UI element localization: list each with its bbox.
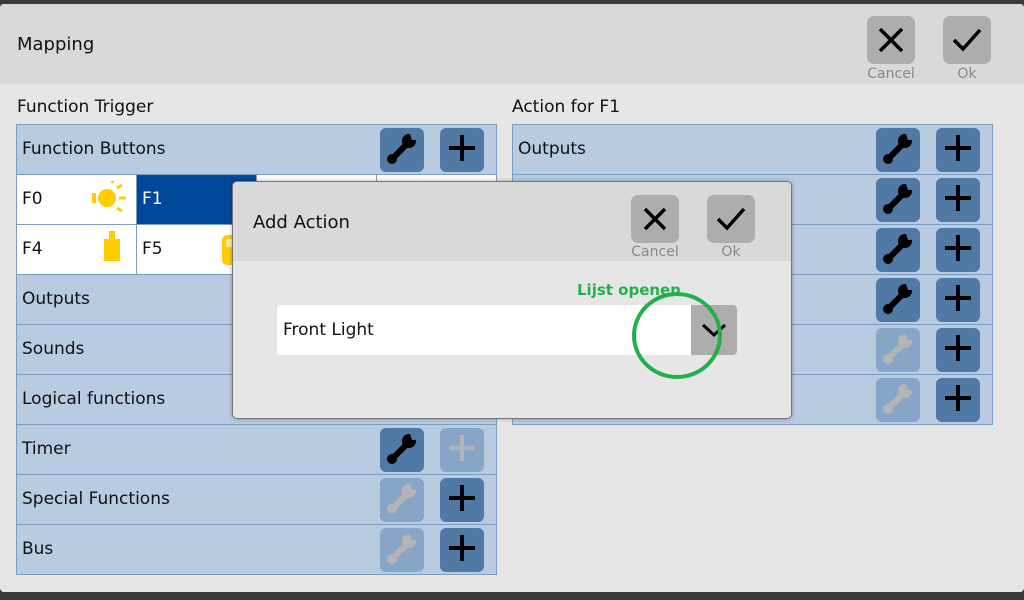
plus-icon [447, 533, 477, 567]
cell-label: F4 [22, 239, 43, 259]
row-label: Logical functions [22, 389, 166, 409]
add-button[interactable] [440, 528, 484, 572]
weight-icon [102, 231, 122, 265]
wrench-icon [881, 231, 915, 269]
check-icon [952, 28, 982, 52]
edit-button[interactable] [876, 328, 920, 372]
edit-button[interactable] [380, 478, 424, 522]
add-button[interactable] [936, 278, 980, 322]
function-trigger-heading: Function Trigger [17, 97, 154, 117]
dialog-ok-label: Ok [721, 244, 741, 260]
plus-icon [447, 133, 477, 167]
edit-button[interactable] [876, 128, 920, 172]
add-button[interactable] [440, 428, 484, 472]
dialog-cancel-label: Cancel [631, 244, 679, 260]
plus-icon [943, 283, 973, 317]
close-icon [643, 207, 667, 231]
edit-button[interactable] [876, 278, 920, 322]
cell-label: F1 [142, 189, 163, 209]
header: Mapping Cancel Ok [0, 4, 1024, 84]
dialog-cancel-button[interactable] [631, 195, 679, 243]
wrench-icon [881, 281, 915, 319]
selected-value: Front Light [283, 320, 374, 340]
plus-icon [943, 183, 973, 217]
row-label: Bus [22, 539, 54, 559]
wrench-icon [385, 431, 419, 469]
wrench-icon [881, 181, 915, 219]
add-action-dialog: Add Action Cancel Ok Lijst openen Front … [232, 181, 792, 419]
edit-button[interactable] [380, 428, 424, 472]
row-label: Function Buttons [22, 139, 166, 159]
plus-icon [943, 383, 973, 417]
dialog-ok-button[interactable] [707, 195, 755, 243]
cell-label: F0 [22, 189, 43, 209]
row-special-functions[interactable]: Special Functions [17, 475, 496, 525]
plus-icon [943, 233, 973, 267]
dialog-header: Add Action Cancel Ok [233, 182, 791, 261]
row-label: Timer [22, 439, 71, 459]
row-bus[interactable]: Bus [17, 525, 496, 575]
edit-button[interactable] [380, 528, 424, 572]
add-button[interactable] [936, 228, 980, 272]
wrench-icon [881, 331, 915, 369]
annotation-circle [632, 292, 722, 379]
plus-icon [447, 433, 477, 467]
page-title: Mapping [17, 34, 95, 55]
add-button[interactable] [936, 378, 980, 422]
row-timer[interactable]: Timer [17, 425, 496, 475]
edit-button[interactable] [876, 378, 920, 422]
row-label: Outputs [518, 139, 586, 159]
edit-button[interactable] [380, 128, 424, 172]
ok-button[interactable] [943, 16, 991, 64]
dialog-title: Add Action [253, 212, 350, 233]
wrench-icon [881, 381, 915, 419]
function-cell-f0[interactable]: F0 [17, 175, 137, 225]
add-button[interactable] [936, 178, 980, 222]
edit-button[interactable] [876, 178, 920, 222]
function-cell-f4[interactable]: F4 [17, 225, 137, 275]
wrench-icon [881, 131, 915, 169]
row-label: Special Functions [22, 489, 170, 509]
plus-icon [447, 483, 477, 517]
cancel-label: Cancel [867, 66, 915, 82]
plus-icon [943, 133, 973, 167]
edit-button[interactable] [876, 228, 920, 272]
wrench-icon [385, 131, 419, 169]
add-button[interactable] [936, 328, 980, 372]
add-button[interactable] [440, 128, 484, 172]
wrench-icon [385, 481, 419, 519]
mapping-screen: Mapping Cancel Ok Function Trigger Actio… [0, 4, 1024, 592]
light-icon [90, 178, 130, 221]
ok-label: Ok [957, 66, 977, 82]
action-row[interactable]: Outputs [513, 125, 992, 175]
action-heading: Action for F1 [512, 97, 621, 117]
add-button[interactable] [440, 478, 484, 522]
wrench-icon [385, 531, 419, 569]
plus-icon [943, 333, 973, 367]
close-icon [878, 27, 904, 53]
check-icon [716, 207, 746, 231]
row-function-buttons[interactable]: Function Buttons [17, 125, 496, 175]
cell-label: F5 [142, 239, 163, 259]
row-label: Sounds [22, 339, 85, 359]
row-label: Outputs [22, 289, 90, 309]
cancel-button[interactable] [867, 16, 915, 64]
add-button[interactable] [936, 128, 980, 172]
